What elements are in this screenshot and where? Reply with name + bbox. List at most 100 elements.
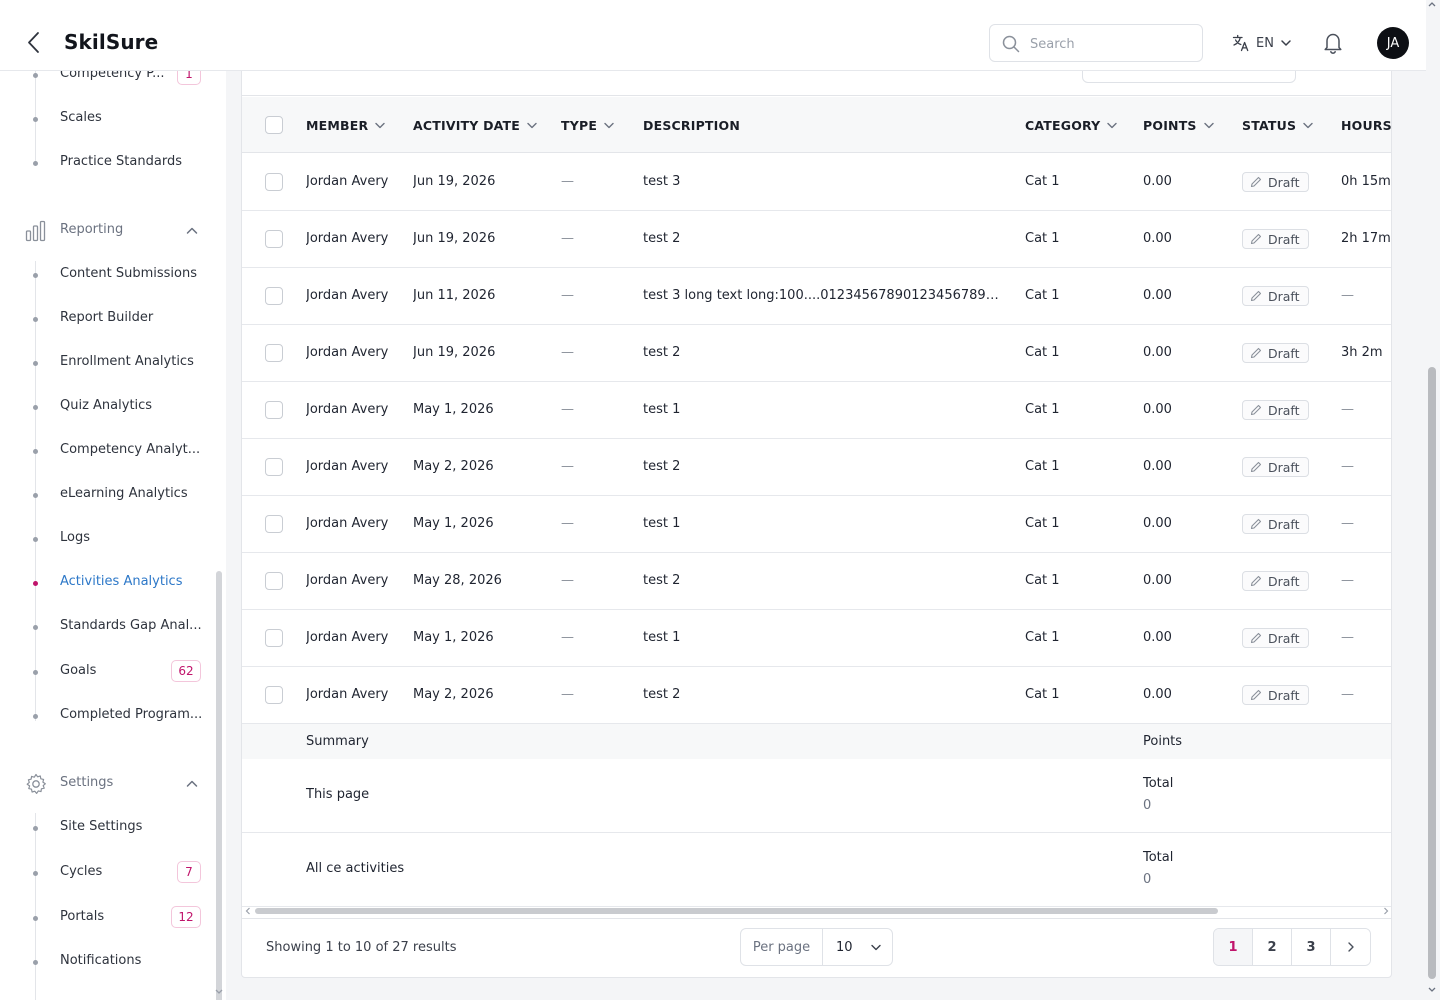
column-header-points[interactable]: POINTS <box>1143 116 1215 134</box>
sidebar-item-label: Scales <box>60 110 102 125</box>
sidebar-item-practice-standards[interactable]: Practice Standards <box>0 148 212 178</box>
summary-row-label: This page <box>306 787 370 802</box>
cell-member: Jordan Avery <box>306 174 389 189</box>
sidebar-section-settings[interactable]: Settings <box>0 769 212 799</box>
sidebar-item-goals[interactable]: Goals 62 <box>0 657 212 687</box>
sidebar-item-scales[interactable]: Scales <box>0 104 212 134</box>
count-badge: 12 <box>171 906 201 928</box>
page-button-2[interactable]: 2 <box>1253 929 1292 965</box>
cell-points: 0.00 <box>1143 402 1172 417</box>
scroll-down-arrow-icon[interactable] <box>214 988 224 996</box>
cell-activity-date: May 1, 2026 <box>413 516 494 531</box>
table-row[interactable]: Jordan Avery Jun 19, 2026 — test 2 Cat 1 0.00… <box>242 325 1391 382</box>
row-checkbox[interactable] <box>265 629 283 647</box>
table-row[interactable]: Jordan Avery May 2, 2026 — test 2 Cat 1 0.00 D… <box>242 667 1391 724</box>
page-scrollbar-thumb[interactable] <box>1428 367 1436 979</box>
search-input[interactable] <box>1030 33 1190 55</box>
chevron-down-icon <box>871 944 881 951</box>
column-header-label: STATUS <box>1242 117 1297 133</box>
search-box[interactable] <box>989 24 1203 62</box>
summary-total-label: Total <box>1143 776 1174 791</box>
table-row[interactable]: Jordan Avery May 1, 2026 — test 1 Cat 1 0.00 D… <box>242 496 1391 553</box>
horizontal-scrollbar-thumb[interactable] <box>255 908 1218 914</box>
cell-description: test 2 <box>643 459 681 474</box>
sidebar-item-content-submissions[interactable]: Content Submissions <box>0 260 212 290</box>
sidebar-item-competency-profiles[interactable]: Competency P... 1 <box>0 71 212 90</box>
column-header-category[interactable]: CATEGORY <box>1025 116 1118 134</box>
column-header-type[interactable]: TYPE <box>561 116 615 134</box>
count-badge: 62 <box>171 660 201 682</box>
sidebar-item-notifications[interactable]: Notifications <box>0 947 212 977</box>
table-row[interactable]: Jordan Avery Jun 19, 2026 — test 2 Cat 1 0.00… <box>242 211 1391 268</box>
cell-member: Jordan Avery <box>306 231 389 246</box>
next-page-button[interactable] <box>1331 929 1370 965</box>
cell-points: 0.00 <box>1143 288 1172 303</box>
scroll-down-arrow-icon[interactable] <box>1427 986 1437 994</box>
nav-dot <box>33 273 38 278</box>
select-all-checkbox[interactable] <box>265 116 283 134</box>
sidebar: Competency P... 1 Scales Practice Standa… <box>0 71 226 1000</box>
summary-row-label: All ce activities <box>306 861 405 876</box>
pencil-icon <box>1250 176 1262 188</box>
sidebar-scrollbar[interactable] <box>216 571 222 1000</box>
sidebar-item-report-builder[interactable]: Report Builder <box>0 304 212 334</box>
cell-description: test 2 <box>643 687 681 702</box>
scroll-up-arrow-icon[interactable] <box>1427 0 1437 8</box>
back-button[interactable] <box>24 31 44 55</box>
row-checkbox[interactable] <box>265 173 283 191</box>
row-checkbox[interactable] <box>265 344 283 362</box>
summary-label: Summary <box>306 734 369 749</box>
sidebar-item-portals[interactable]: Portals 12 <box>0 903 212 933</box>
results-count: Showing 1 to 10 of 27 results <box>266 940 457 955</box>
page-button-3[interactable]: 3 <box>1292 929 1331 965</box>
pencil-icon <box>1250 575 1262 587</box>
nav-dot <box>33 714 38 719</box>
table-row[interactable]: Jordan Avery Jun 19, 2026 — test 3 Cat 1 0.00… <box>242 154 1391 211</box>
table-row[interactable]: Jordan Avery May 28, 2026 — test 2 Cat 1 0.00… <box>242 553 1391 610</box>
row-checkbox[interactable] <box>265 572 283 590</box>
sidebar-section-reporting[interactable]: Reporting <box>0 216 212 246</box>
row-checkbox[interactable] <box>265 287 283 305</box>
row-checkbox[interactable] <box>265 230 283 248</box>
sidebar-item-label: Report Builder <box>60 310 154 325</box>
cell-points: 0.00 <box>1143 630 1172 645</box>
sidebar-item-logs[interactable]: Logs <box>0 524 212 554</box>
activities-table-card: MEMBER ACTIVITY DATE TYPE DESCRIPTION CA… <box>241 50 1392 978</box>
notifications-button[interactable] <box>1322 31 1344 55</box>
sidebar-item-completed-programs[interactable]: Completed Program... <box>0 701 212 731</box>
table-row[interactable]: Jordan Avery Jun 11, 2026 — test 3 long tex… <box>242 268 1391 325</box>
summary-total-label: Total <box>1143 850 1174 865</box>
sidebar-item-enrollment-analytics[interactable]: Enrollment Analytics <box>0 348 212 378</box>
page-button-1[interactable]: 1 <box>1214 929 1253 965</box>
column-header-activity-date[interactable]: ACTIVITY DATE <box>413 116 538 134</box>
horizontal-scrollbar[interactable] <box>242 904 1391 918</box>
row-checkbox[interactable] <box>265 401 283 419</box>
sidebar-item-cycles[interactable]: Cycles 7 <box>0 858 212 888</box>
scroll-left-arrow-icon[interactable] <box>245 907 251 915</box>
summary-total-value: 0 <box>1143 872 1152 887</box>
column-header-member[interactable]: MEMBER <box>306 116 386 134</box>
table-row[interactable]: Jordan Avery May 1, 2026 — test 1 Cat 1 0.00 D… <box>242 610 1391 667</box>
user-avatar[interactable]: JA <box>1377 27 1409 59</box>
per-page-value: 10 <box>836 939 853 955</box>
sidebar-item-elearning-analytics[interactable]: eLearning Analytics <box>0 480 212 510</box>
row-checkbox[interactable] <box>265 515 283 533</box>
language-selector[interactable]: EN <box>1232 32 1292 54</box>
cell-category: Cat 1 <box>1025 231 1060 246</box>
status-badge: Draft <box>1242 172 1309 192</box>
column-header-status[interactable]: STATUS <box>1242 116 1314 134</box>
pencil-icon <box>1250 404 1262 416</box>
sidebar-item-site-settings[interactable]: Site Settings <box>0 813 212 843</box>
row-checkbox[interactable] <box>265 458 283 476</box>
row-checkbox[interactable] <box>265 686 283 704</box>
sidebar-item-quiz-analytics[interactable]: Quiz Analytics <box>0 392 212 422</box>
chevron-down-icon <box>1280 37 1292 49</box>
scroll-right-arrow-icon[interactable] <box>1383 907 1389 915</box>
cell-points: 0.00 <box>1143 459 1172 474</box>
sidebar-item-competency-analytics[interactable]: Competency Analyt... <box>0 436 212 466</box>
table-row[interactable]: Jordan Avery May 2, 2026 — test 2 Cat 1 0.00 D… <box>242 439 1391 496</box>
sidebar-item-activities-analytics[interactable]: Activities Analytics <box>0 568 212 598</box>
sidebar-item-standards-gap-analysis[interactable]: Standards Gap Anal... <box>0 612 212 642</box>
per-page-select[interactable]: 10 <box>823 929 892 965</box>
table-row[interactable]: Jordan Avery May 1, 2026 — test 1 Cat 1 0.00 D… <box>242 382 1391 439</box>
